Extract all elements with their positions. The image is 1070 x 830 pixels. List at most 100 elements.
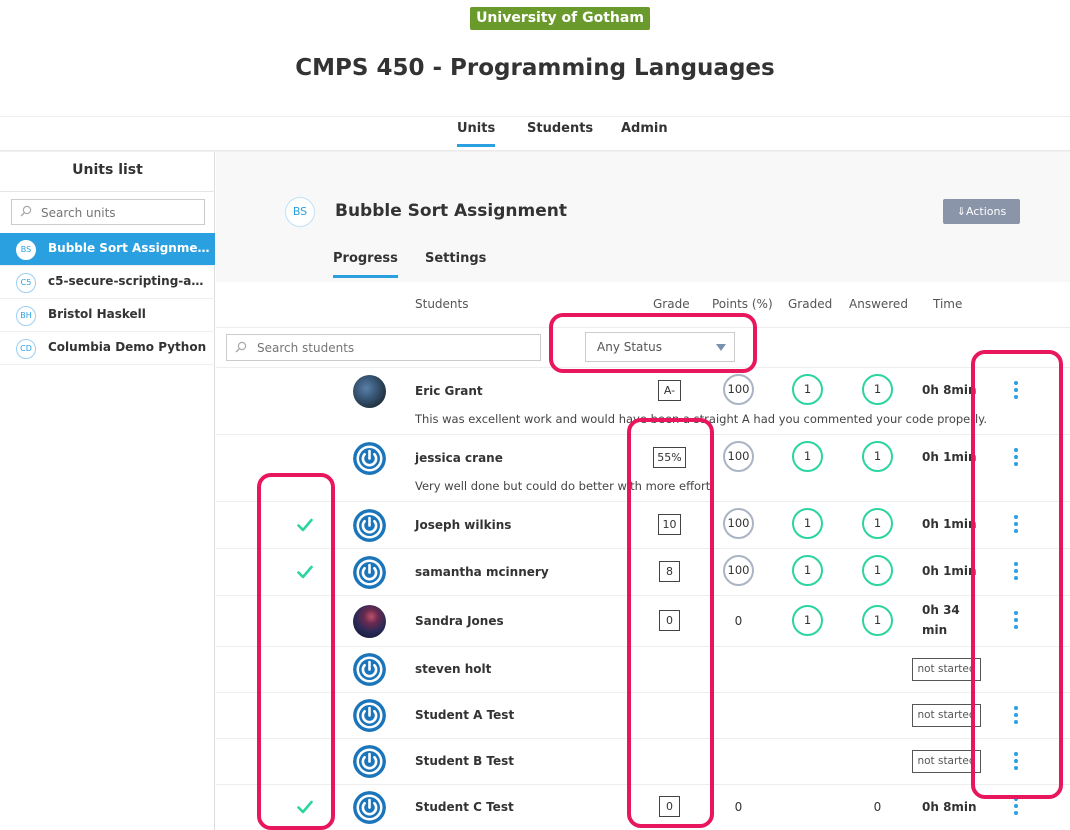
main-nav: Units Students Admin — [0, 116, 1070, 150]
graded-badge: 1 — [792, 605, 823, 636]
student-name[interactable]: Joseph wilkins — [415, 518, 511, 532]
main-content: BS Bubble Sort Assignment ⇓Actions Progr… — [216, 152, 1070, 830]
graded-badge: 1 — [792, 374, 823, 405]
unit-search-input[interactable] — [41, 204, 201, 221]
time-spent: 0h 1min — [922, 564, 977, 578]
graded-badge: 1 — [792, 508, 823, 539]
filter-row: Any Status — [216, 327, 1070, 368]
student-name[interactable]: Student C Test — [415, 800, 514, 814]
answered-badge: 1 — [862, 441, 893, 472]
sidebar-title: Units list — [72, 162, 143, 178]
sidebar-divider — [0, 191, 215, 192]
points-badge: 100 — [723, 441, 754, 472]
university-badge: University of Gotham — [470, 7, 650, 30]
unit-item-c5-secure-scripting[interactable]: C5 c5-secure-scripting-assess... — [0, 266, 215, 299]
student-comment: Very well done but could do better with … — [415, 479, 711, 493]
student-name[interactable]: Sandra Jones — [415, 614, 504, 628]
unit-item-bubble-sort[interactable]: BS Bubble Sort Assignment — [0, 233, 215, 266]
avatar — [353, 605, 386, 638]
check-icon — [297, 518, 313, 532]
points-badge: 100 — [723, 508, 754, 539]
column-header-students: Students — [415, 297, 469, 311]
progress-table: Students Grade Points (%) Graded Answere… — [216, 282, 1070, 830]
unit-badge: CD — [16, 339, 36, 359]
student-name[interactable]: Student B Test — [415, 754, 514, 768]
student-name[interactable]: jessica crane — [415, 451, 503, 465]
top-header: University of Gotham CMPS 450 - Programm… — [0, 0, 1070, 150]
tab-progress[interactable]: Progress — [333, 251, 398, 278]
grade-input[interactable]: 10 — [658, 514, 681, 535]
answered-badge: 1 — [862, 605, 893, 636]
grade-input[interactable]: 8 — [659, 561, 680, 582]
points-value: 0 — [734, 800, 743, 814]
kebab-menu-icon[interactable] — [1012, 381, 1020, 403]
time-spent-hours: 0h 34 — [922, 603, 960, 617]
grade-input[interactable]: 55% — [653, 447, 686, 468]
time-spent: 0h 1min — [922, 450, 977, 464]
power-avatar-icon — [353, 699, 386, 732]
student-name[interactable]: Eric Grant — [415, 384, 483, 398]
kebab-menu-icon[interactable] — [1012, 562, 1020, 584]
time-spent: 0h 34 min — [922, 600, 962, 640]
unit-item-columbia-demo-python[interactable]: CD Columbia Demo Python — [0, 332, 215, 365]
student-name[interactable]: samantha mcinnery — [415, 565, 549, 579]
graded-badge: 1 — [792, 441, 823, 472]
table-row: steven holt not started — [216, 647, 1070, 693]
table-row: Student A Test not started — [216, 693, 1070, 739]
kebab-menu-icon[interactable] — [1012, 797, 1020, 819]
status-badge: not started — [912, 658, 981, 681]
answered-badge: 1 — [862, 374, 893, 405]
check-icon — [297, 565, 313, 579]
column-header-answered: Answered — [849, 297, 908, 311]
student-name[interactable]: Student A Test — [415, 708, 514, 722]
column-header-grade: Grade — [653, 297, 690, 311]
column-header-graded: Graded — [788, 297, 833, 311]
status-badge: not started — [912, 750, 981, 773]
kebab-menu-icon[interactable] — [1012, 611, 1020, 633]
table-row: Student B Test not started — [216, 739, 1070, 785]
time-spent: 0h 8min — [922, 800, 977, 814]
nav-tab-units[interactable]: Units — [457, 121, 496, 147]
status-filter-select[interactable]: Any Status — [585, 332, 735, 362]
column-header-time: Time — [933, 297, 963, 311]
table-row: Joseph wilkins 10 100 1 1 0h 1min — [216, 502, 1070, 549]
table-row: samantha mcinnery 8 100 1 1 0h 1min — [216, 549, 1070, 596]
table-row: Eric Grant This was excellent work and w… — [216, 368, 1070, 435]
points-badge: 100 — [723, 555, 754, 586]
unit-badge: BS — [16, 240, 36, 260]
nav-tab-students[interactable]: Students — [527, 121, 593, 136]
power-avatar-icon — [353, 745, 386, 778]
power-avatar-icon — [353, 442, 386, 475]
kebab-menu-icon[interactable] — [1012, 448, 1020, 470]
student-name[interactable]: steven holt — [415, 662, 491, 676]
grade-input[interactable]: 0 — [659, 796, 680, 817]
nav-tab-admin[interactable]: Admin — [621, 121, 668, 136]
grade-input[interactable]: A- — [658, 380, 681, 401]
unit-label: c5-secure-scripting-assess... — [48, 274, 210, 288]
power-avatar-icon — [353, 791, 386, 824]
kebab-menu-icon[interactable] — [1012, 752, 1020, 774]
kebab-menu-icon[interactable] — [1012, 515, 1020, 537]
unit-header: BS Bubble Sort Assignment ⇓Actions Progr… — [216, 152, 1070, 282]
points-value: 0 — [734, 614, 743, 628]
unit-label: Bubble Sort Assignment — [48, 241, 210, 255]
table-row: jessica crane Very well done but could d… — [216, 435, 1070, 502]
unit-item-bristol-haskell[interactable]: BH Bristol Haskell — [0, 299, 215, 332]
time-spent-unit: min — [922, 623, 948, 637]
time-spent: 0h 8min — [922, 383, 977, 397]
status-badge: not started — [912, 704, 981, 727]
unit-search-box[interactable] — [11, 199, 205, 225]
grade-input[interactable]: 0 — [659, 610, 680, 631]
points-badge: 100 — [723, 374, 754, 405]
graded-badge: 1 — [792, 555, 823, 586]
units-sidebar: Units list BS Bubble Sort Assignment C5 … — [0, 152, 215, 830]
student-search-input[interactable] — [257, 340, 527, 356]
kebab-menu-icon[interactable] — [1012, 706, 1020, 728]
student-search-box[interactable] — [226, 334, 541, 361]
actions-button[interactable]: ⇓Actions — [943, 199, 1020, 224]
tab-settings[interactable]: Settings — [425, 251, 486, 266]
time-spent: 0h 1min — [922, 517, 977, 531]
unit-label: Bristol Haskell — [48, 307, 146, 321]
power-avatar-icon — [353, 653, 386, 686]
status-filter-value: Any Status — [597, 340, 662, 354]
